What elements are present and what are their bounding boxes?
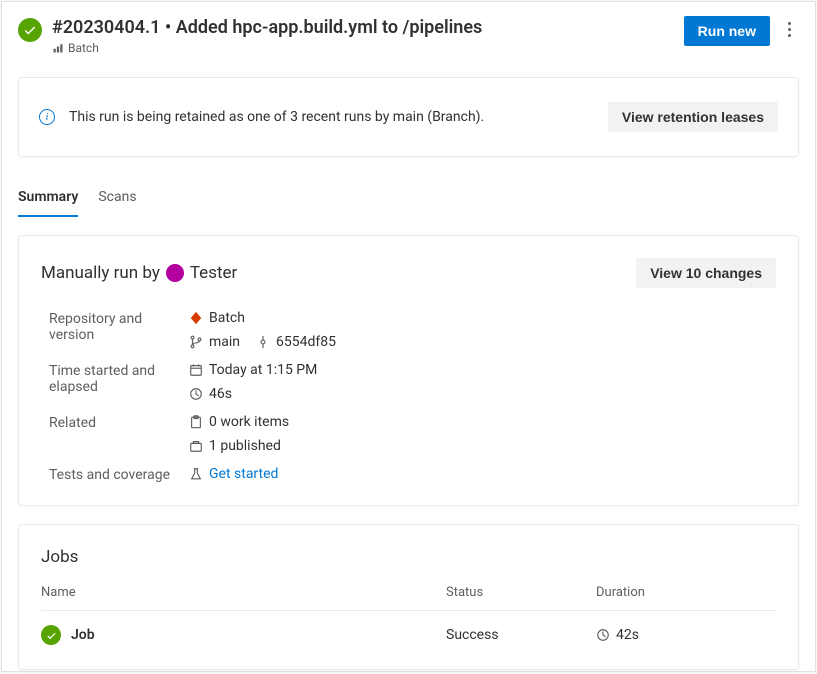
branch-icon bbox=[189, 335, 203, 349]
run-by-title: Manually run by Tester bbox=[41, 263, 237, 283]
col-status: Status bbox=[446, 585, 596, 600]
beaker-icon bbox=[189, 467, 203, 481]
kv-key-tests: Tests and coverage bbox=[49, 466, 179, 483]
jobs-title: Jobs bbox=[41, 547, 776, 567]
tab-bar: Summary Scans bbox=[18, 181, 799, 217]
run-by-prefix: Manually run by bbox=[41, 263, 160, 283]
table-row[interactable]: Job Success 42s bbox=[41, 611, 776, 659]
elapsed: 46s bbox=[189, 386, 776, 402]
run-new-button[interactable]: Run new bbox=[684, 16, 770, 46]
retention-text: This run is being retained as one of 3 r… bbox=[69, 109, 594, 125]
tests-get-started-link[interactable]: Get started bbox=[189, 466, 776, 482]
run-summary-card: Manually run by Tester View 10 changes R… bbox=[18, 235, 799, 506]
pipeline-icon bbox=[52, 42, 64, 54]
job-status-success-icon bbox=[41, 625, 61, 645]
published-link[interactable]: 1 published bbox=[189, 438, 776, 454]
tab-scans[interactable]: Scans bbox=[98, 181, 136, 217]
work-items-link[interactable]: 0 work items bbox=[189, 414, 776, 430]
kv-key-time: Time started and elapsed bbox=[49, 362, 179, 402]
artifact-icon bbox=[189, 439, 203, 453]
time-started: Today at 1:15 PM bbox=[189, 362, 776, 378]
clipboard-icon bbox=[189, 415, 203, 429]
kv-key-repo: Repository and version bbox=[49, 310, 179, 350]
runner-name: Tester bbox=[190, 263, 237, 283]
job-status: Success bbox=[446, 627, 596, 643]
jobs-card: Jobs Name Status Duration Job Success 42… bbox=[18, 524, 799, 670]
clock-icon bbox=[596, 628, 610, 642]
repo-icon bbox=[189, 311, 203, 325]
build-status-success-icon bbox=[18, 18, 42, 42]
job-duration: 42s bbox=[596, 627, 776, 643]
branch-link[interactable]: main bbox=[209, 334, 240, 350]
view-changes-button[interactable]: View 10 changes bbox=[636, 258, 776, 288]
more-actions-button[interactable] bbox=[780, 16, 799, 43]
project-name: Batch bbox=[68, 41, 99, 55]
more-vertical-icon bbox=[788, 22, 791, 37]
info-icon: i bbox=[39, 109, 55, 125]
col-name: Name bbox=[41, 585, 446, 600]
project-breadcrumb[interactable]: Batch bbox=[52, 41, 674, 55]
kv-key-related: Related bbox=[49, 414, 179, 454]
retention-banner: i This run is being retained as one of 3… bbox=[18, 77, 799, 157]
commit-link[interactable]: 6554df85 bbox=[276, 334, 336, 350]
view-retention-leases-button[interactable]: View retention leases bbox=[608, 102, 778, 132]
jobs-header: Name Status Duration bbox=[41, 585, 776, 611]
calendar-icon bbox=[189, 363, 203, 377]
col-duration: Duration bbox=[596, 585, 776, 600]
job-name: Job bbox=[71, 627, 95, 643]
clock-icon bbox=[189, 387, 203, 401]
avatar bbox=[166, 264, 184, 282]
repo-link[interactable]: Batch bbox=[189, 310, 776, 326]
page-title: #20230404.1 • Added hpc-app.build.yml to… bbox=[52, 16, 674, 39]
commit-icon bbox=[256, 335, 270, 349]
tab-summary[interactable]: Summary bbox=[18, 181, 78, 217]
